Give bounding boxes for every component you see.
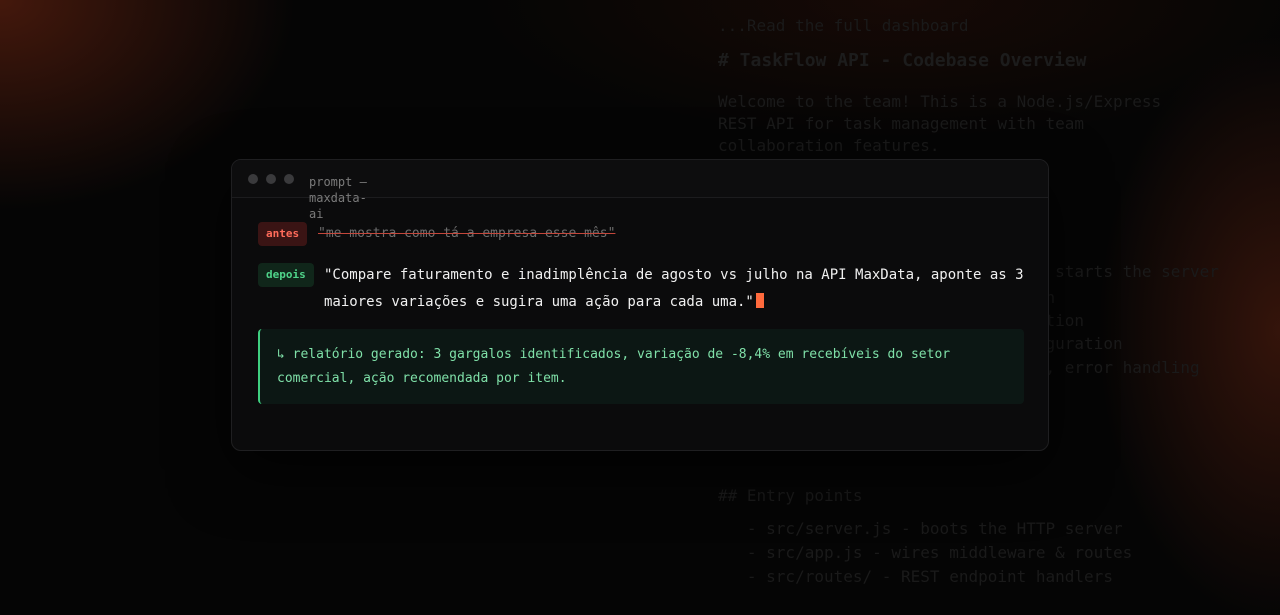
background-code-line: - src/app.js - wires middleware & routes [718,543,1133,562]
background-code-line: collaboration features. [718,136,940,155]
after-row: depois [258,263,314,287]
after-badge: depois [258,263,314,287]
window-minimize-dot[interactable] [266,174,276,184]
after-prompt-text: "Compare faturamento e inadimplência de … [324,267,1024,310]
background-code-line: REST API for task management with team [718,114,1085,133]
result-text: ↳ relatório gerado: 3 gargalos identific… [277,347,951,386]
background-code-line: ## Entry points [718,486,863,505]
background-code-line: ...Read the full dashboard [718,16,969,35]
prompt-window: prompt — maxdata-ai antes "me mostra com… [231,159,1049,451]
background-code-line: # TaskFlow API - Codebase Overview [718,50,1087,71]
background-code-line: - src/routes/ - REST endpoint handlers [718,567,1113,586]
result-panel: ↳ relatório gerado: 3 gargalos identific… [258,329,1024,404]
before-row: antes [258,222,308,246]
window-titlebar: prompt — maxdata-ai [232,160,1048,221]
window-close-dot[interactable] [248,174,258,184]
before-prompt-text: "me mostra como tá a empresa esse mês" [318,226,616,241]
window-title: prompt — maxdata-ai [309,175,375,221]
background-code-line: - src/server.js - boots the HTTP server [718,519,1123,538]
after-prompt[interactable]: "Compare faturamento e inadimplência de … [324,262,1034,316]
text-cursor [755,293,764,308]
window-maximize-dot[interactable] [284,174,294,184]
background-code-line: Welcome to the team! This is a Node.js/E… [718,92,1162,111]
before-badge: antes [258,222,308,246]
